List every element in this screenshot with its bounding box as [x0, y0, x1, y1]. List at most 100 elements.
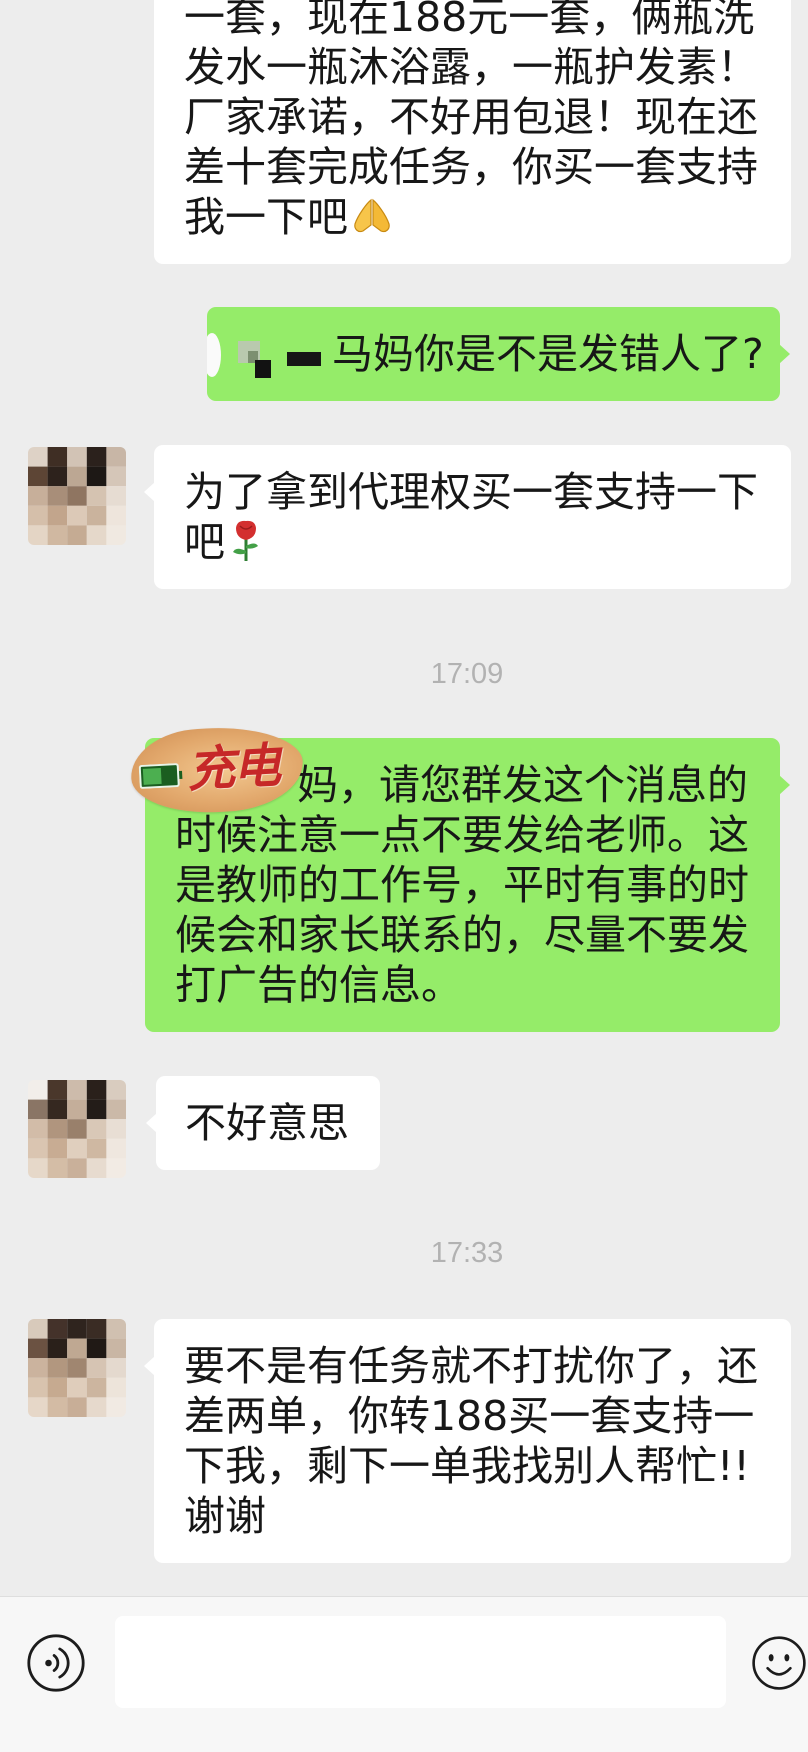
avatar-mosaic-tile: [106, 1358, 126, 1378]
sent-message-bubble[interactable]: 充电 妈，请您群发这个消息的 时候注意一点不要发给老师。这 是教师的工作号，平时…: [128, 723, 790, 1032]
message-line: 谢谢: [184, 1492, 266, 1540]
avatar-mosaic-tile: [86, 1377, 107, 1398]
redaction-tile: [255, 360, 271, 378]
rose-emoji-icon: [233, 520, 258, 561]
message-input[interactable]: [115, 1616, 726, 1708]
message-text: 我一下吧: [184, 193, 348, 241]
avatar-mosaic-tile: [28, 1397, 48, 1417]
folded-hands-emoji-icon: [354, 198, 390, 233]
emoji-button[interactable]: [751, 1635, 807, 1691]
avatar-mosaic-tile: [47, 1397, 68, 1417]
avatar-mosaic-tile: [86, 1080, 107, 1100]
avatar-mosaic-tile: [86, 505, 107, 526]
message-line: 马妈你是不是发错人了?: [332, 330, 764, 378]
avatar-mosaic-tile: [47, 1338, 68, 1359]
avatar-mosaic-tile: [67, 1319, 87, 1339]
avatar-mosaic-tile: [86, 466, 107, 487]
avatar-mosaic-tile: [86, 1099, 107, 1120]
redaction-bar: [287, 352, 321, 366]
avatar-mosaic-tile: [86, 447, 107, 467]
message-line: 厂家承诺，不好用包退！现在还: [184, 93, 758, 141]
contact-avatar[interactable]: [28, 1319, 126, 1417]
chat-history[interactable]: 一套，现在188元一套，俩瓶洗 发水一瓶沐浴露，一瓶护发素！ 厂家承诺，不好用包…: [0, 0, 808, 1596]
avatar-mosaic-tile: [106, 1397, 126, 1417]
avatar-mosaic-tile: [28, 1080, 48, 1100]
contact-avatar[interactable]: [28, 1080, 126, 1178]
emoji-icon-eye: [768, 1654, 774, 1662]
avatar-mosaic-tile: [106, 525, 126, 545]
avatar-mosaic-tile: [86, 1319, 107, 1339]
received-message-bubble[interactable]: 不好意思: [146, 1076, 380, 1170]
avatar-mosaic-tile: [106, 1080, 126, 1100]
avatar-mosaic-tile: [47, 525, 68, 545]
avatar-mosaic-tile: [67, 505, 87, 526]
left-hand-shape: [354, 198, 372, 233]
pixelated-avatar-icon: [28, 1080, 126, 1178]
avatar-mosaic-tile: [67, 1158, 87, 1178]
avatar-mosaic-tile: [28, 1138, 48, 1159]
avatar-mosaic-tile: [47, 1158, 68, 1178]
received-message-bubble[interactable]: 为了拿到代理权买一套支持一下 吧: [144, 445, 791, 589]
emoji-icon-eye: [784, 1654, 790, 1662]
message-line: 发水一瓶沐浴露，一瓶护发素！: [184, 43, 758, 91]
voice-icon-dot: [45, 1659, 52, 1667]
avatar-mosaic-tile: [28, 1099, 48, 1120]
voice-button[interactable]: [26, 1633, 86, 1693]
message-line: 候会和家长联系的，尽量不要发: [175, 911, 749, 959]
avatar-mosaic-tile: [28, 486, 48, 506]
avatar-mosaic-tile: [67, 1080, 87, 1100]
avatar-mosaic-tile: [67, 466, 87, 487]
charging-sticker[interactable]: 充电: [128, 723, 306, 817]
emoji-face-icon: [752, 1636, 806, 1690]
avatar-mosaic-tile: [67, 525, 87, 545]
avatar-mosaic-tile: [28, 447, 48, 467]
avatar-mosaic-tile: [28, 1358, 48, 1378]
rose-leaf: [233, 548, 246, 555]
avatar-mosaic-tile: [67, 1099, 87, 1120]
message-line: 时候注意一点不要发给老师。这: [175, 811, 749, 859]
message-line: 为了拿到代理权买一套支持一下: [184, 468, 758, 516]
avatar-mosaic-tile: [47, 447, 68, 467]
avatar-mosaic-tile: [28, 525, 48, 545]
avatar-mosaic-tile: [86, 1338, 107, 1359]
rose-bloom: [236, 520, 256, 540]
avatar-mosaic-tile: [106, 1377, 126, 1398]
avatar-mosaic-tile: [106, 1319, 126, 1339]
avatar-mosaic-tile: [28, 1319, 48, 1339]
avatar-mosaic-tile: [28, 1119, 48, 1139]
voice-icon-wave: [52, 1654, 60, 1672]
received-message-bubble[interactable]: 要不是有任务就不打扰你了，还 差两单，你转188买一套支持一 下我，剩下一单我找…: [144, 1319, 791, 1563]
rose-leaf: [246, 543, 258, 549]
battery-icon: [138, 763, 183, 789]
mosaic-redaction-icon: [207, 333, 321, 378]
message-line: 一套，现在188元一套，俩瓶洗: [184, 0, 755, 41]
avatar-mosaic-tile: [67, 1358, 87, 1378]
avatar-mosaic-tile: [86, 1158, 107, 1178]
sent-message-bubble[interactable]: 马妈你是不是发错人了?: [207, 307, 790, 401]
avatar-mosaic-tile: [47, 486, 68, 506]
message-line: 我一下吧: [184, 192, 761, 242]
avatar-mosaic-tile: [86, 486, 107, 506]
avatar-mosaic-tile: [47, 1080, 68, 1100]
voice-icon-wave: [58, 1647, 70, 1679]
avatar-mosaic-tile: [47, 1099, 68, 1120]
avatar-mosaic-tile: [47, 1358, 68, 1378]
avatar-mosaic-tile: [47, 1119, 68, 1139]
message-text: 吧: [184, 518, 225, 566]
avatar-mosaic-tile: [106, 505, 126, 526]
avatar-mosaic-tile: [106, 1158, 126, 1178]
contact-avatar[interactable]: [28, 447, 126, 545]
message-content: 马妈你是不是发错人了?: [332, 329, 770, 379]
message-content: 一套，现在188元一套，俩瓶洗 发水一瓶沐浴露，一瓶护发素！ 厂家承诺，不好用包…: [184, 0, 761, 242]
avatar-mosaic-tile: [67, 1377, 87, 1398]
avatar-mosaic-tile: [47, 1319, 68, 1339]
avatar-mosaic-tile: [86, 525, 107, 545]
avatar-mosaic-tile: [86, 1358, 107, 1378]
voice-icon: [27, 1634, 85, 1692]
received-message-bubble[interactable]: 一套，现在188元一套，俩瓶洗 发水一瓶沐浴露，一瓶护发素！ 厂家承诺，不好用包…: [154, 0, 791, 264]
input-bar: [0, 1596, 808, 1752]
battery-charge: [142, 767, 162, 785]
message-content: 为了拿到代理权买一套支持一下 吧: [184, 467, 761, 567]
avatar-mosaic-tile: [67, 1119, 87, 1139]
avatar-mosaic-tile: [106, 1119, 126, 1139]
